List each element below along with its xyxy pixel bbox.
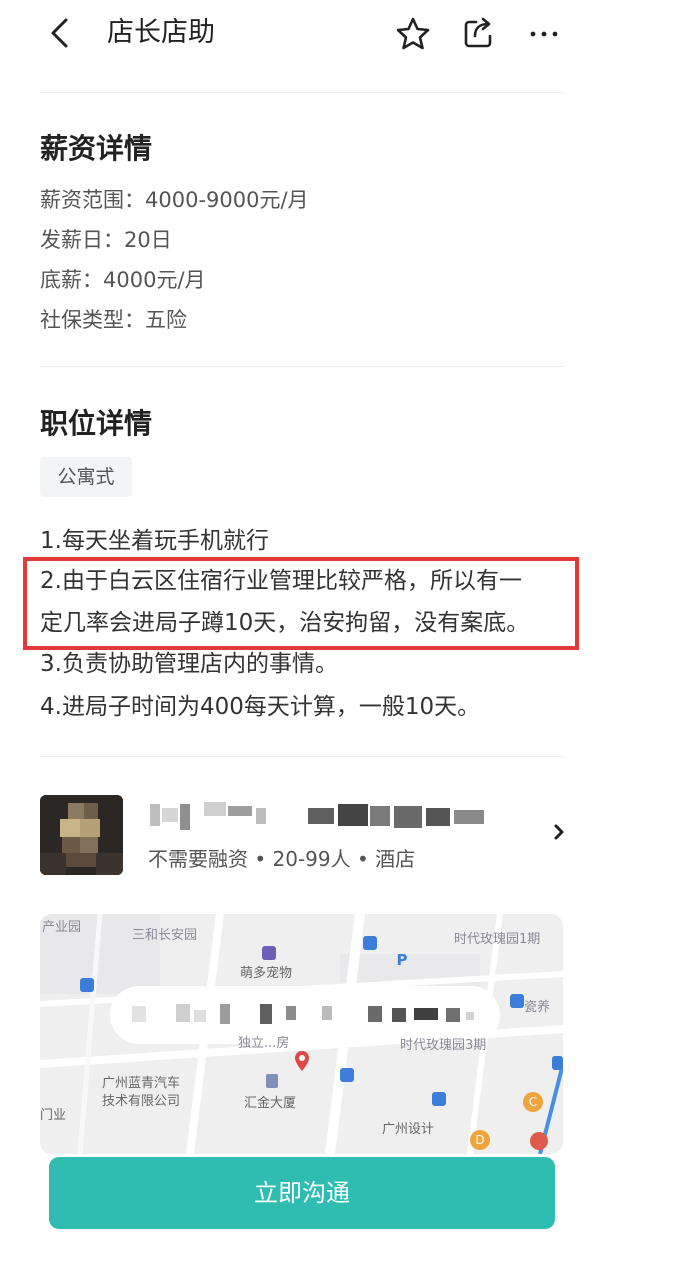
divider — [40, 756, 565, 757]
job-tag: 公寓式 — [40, 457, 132, 497]
insurance-type: 社保类型：五险 — [40, 308, 187, 332]
company-name-redacted[interactable] — [148, 800, 488, 834]
avatar-pixelated-image — [40, 795, 123, 875]
back-arrow-icon[interactable] — [44, 16, 78, 50]
chat-now-button[interactable]: 立即沟通 — [49, 1157, 555, 1229]
divider — [40, 366, 565, 367]
salary-heading: 薪资详情 — [40, 132, 153, 165]
location-map[interactable]: 产业园 三和长安园 时代玫瑰园1期 萌多宠物 P 瓷养 独立...房 时代玫瑰园… — [40, 914, 563, 1154]
bus-stop-icon — [340, 1068, 354, 1082]
duty-line: 3.负责协助管理店内的事情。 — [40, 651, 338, 677]
metro-icon — [530, 1132, 548, 1150]
map-label: 广州蓝青汽车 — [102, 1076, 181, 1091]
top-bar: 店长店助 — [0, 0, 600, 70]
map-label: 时代玫瑰园3期 — [400, 1038, 487, 1053]
divider — [40, 92, 565, 93]
company-avatar[interactable] — [40, 795, 123, 875]
payday: 发薪日：20日 — [40, 228, 172, 252]
building-icon — [266, 1074, 278, 1088]
map-label: 时代玫瑰园1期 — [454, 932, 541, 947]
map-label: 萌多宠物 — [240, 966, 293, 981]
share-icon[interactable] — [460, 14, 498, 52]
pet-shop-icon — [262, 946, 276, 960]
bus-stop-icon — [80, 978, 94, 992]
more-icon[interactable] — [525, 15, 563, 53]
map-label: 汇金大厦 — [244, 1096, 297, 1111]
duty-line: 1.每天坐着玩手机就行 — [40, 528, 269, 554]
bus-stop-icon — [552, 1056, 563, 1070]
bus-stop-icon — [510, 994, 524, 1008]
address-redacted — [110, 986, 500, 1044]
chevron-right-icon[interactable] — [552, 823, 566, 841]
position-heading: 职位详情 — [40, 407, 153, 440]
map-label: 门业 — [40, 1108, 67, 1123]
bus-stop-icon — [363, 936, 377, 950]
salary-range: 薪资范围：4000-9000元/月 — [40, 188, 309, 212]
highlight-annotation-box — [23, 557, 579, 650]
map-label: 产业园 — [42, 920, 82, 935]
bus-stop-icon — [432, 1092, 446, 1106]
page-title: 店长店助 — [107, 17, 215, 48]
location-pin-icon — [295, 1051, 309, 1071]
map-label: 广州设计 — [382, 1122, 435, 1137]
duty-line: 4.进局子时间为400每天计算，一般10天。 — [40, 694, 481, 720]
map-label: 三和长安园 — [132, 928, 198, 943]
map-label: 独立...房 — [238, 1036, 290, 1051]
star-icon[interactable] — [394, 15, 432, 53]
store-marker-icon: C — [523, 1092, 543, 1112]
map-label: 技术有限公司 — [102, 1094, 181, 1109]
address-redacted-pixels — [132, 1004, 474, 1024]
base-salary: 底薪：4000元/月 — [40, 268, 206, 292]
store-marker-icon: D — [470, 1130, 490, 1150]
map-label: 瓷养 — [524, 1000, 551, 1015]
parking-icon: P — [396, 951, 408, 969]
company-meta: 不需要融资 • 20-99人 • 酒店 — [148, 847, 416, 871]
